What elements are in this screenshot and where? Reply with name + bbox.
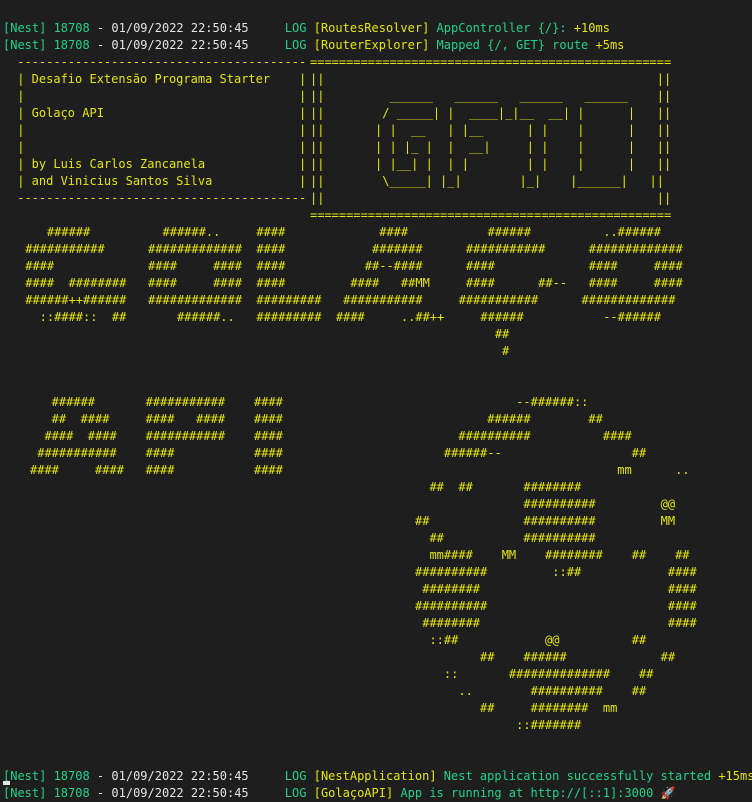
ascii-banner-api: ###### ########### #### ## #### #### ###… <box>30 395 283 477</box>
log-prefix: [Nest] 18708 <box>3 786 90 800</box>
log-level: LOG <box>284 38 307 52</box>
log-message: App is running at http://[::1]:3000 <box>400 786 654 800</box>
credits-box: ----------------------------------------… <box>17 55 307 205</box>
log-level: LOG <box>284 786 307 800</box>
log-timestamp: 01/09/2022 22:50:45 <box>111 786 249 800</box>
log-dash: - <box>89 38 112 52</box>
terminal-cursor[interactable] <box>3 781 10 785</box>
log-line-golaco-api: [Nest] 18708 - 01/09/2022 22:50:45 LOG [… <box>3 768 676 800</box>
ascii-soccer-ball: --######:: ###### ## ########## #### ###… <box>415 395 697 732</box>
rocket-icon: 🚀 <box>660 786 676 800</box>
log-dash: - <box>89 786 112 800</box>
log-prefix: [Nest] 18708 <box>3 38 90 52</box>
log-line-routes-resolver: [Nest] 18708 - 01/09/2022 22:50:45 LOG [… <box>3 3 610 35</box>
log-context: [RouterExplorer] <box>313 38 430 52</box>
log-message: Mapped {/, GET} route <box>436 38 589 52</box>
log-line-router-explorer: [Nest] 18708 - 01/09/2022 22:50:45 LOG [… <box>3 20 624 52</box>
log-elapsed: +15ms <box>718 769 752 783</box>
log-line-nest-application: [Nest] 18708 - 01/09/2022 22:50:45 LOG [… <box>3 751 752 783</box>
log-elapsed: +5ms <box>595 38 625 52</box>
gfto-logo: ========================================… <box>310 55 672 222</box>
log-context: [GolaçoAPI] <box>313 786 394 800</box>
log-timestamp: 01/09/2022 22:50:45 <box>111 38 249 52</box>
ascii-banner-golaco: ###### ######.. #### #### ###### ..#####… <box>25 225 683 358</box>
